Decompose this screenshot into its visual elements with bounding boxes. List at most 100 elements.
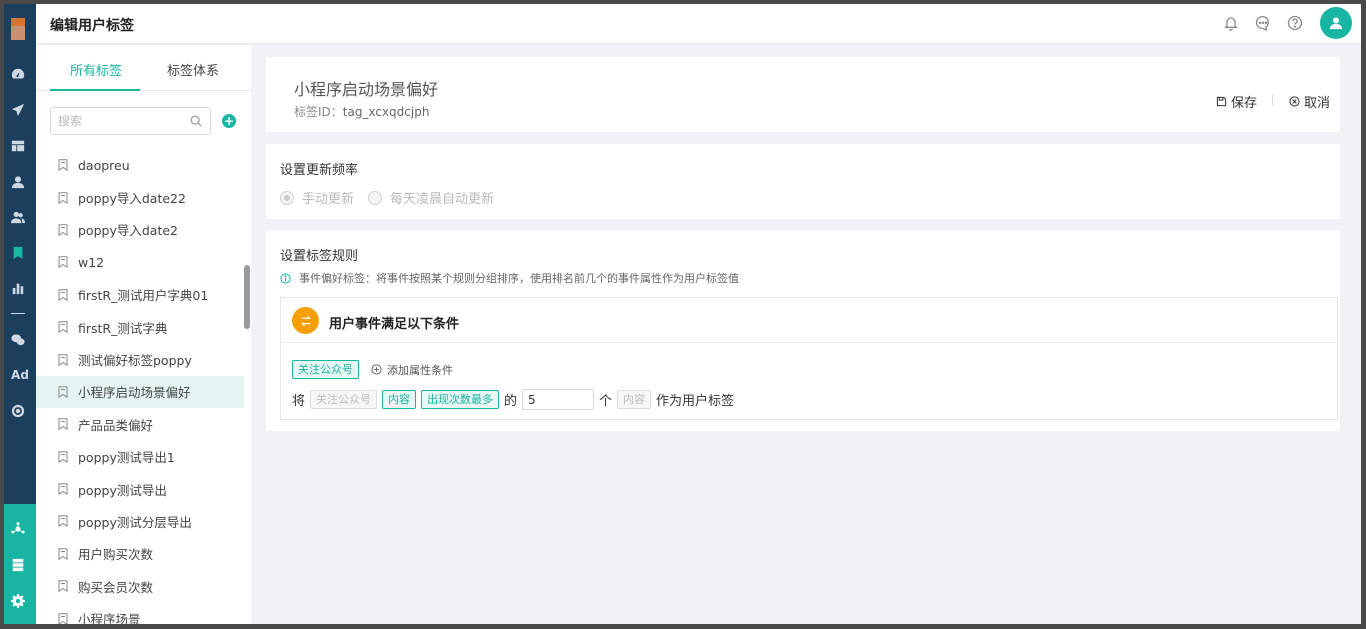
bookmark-icon: [58, 612, 68, 624]
tag-list-item-label: poppy测试分层导出: [78, 514, 192, 530]
tag-list-item-label: 测试偏好标签poppy: [78, 353, 192, 369]
rail-bottom-section: [4, 504, 36, 624]
rail-divider: [11, 313, 25, 314]
tag-list-item-label: firstR_测试字典: [78, 320, 168, 336]
tag-list-item-label: daopreu: [78, 157, 130, 173]
search-icon[interactable]: [189, 114, 203, 128]
count-input[interactable]: [522, 389, 595, 410]
tab-all-tags[interactable]: 所有标签: [70, 60, 122, 79]
event-condition-row: 关注公众号 添加属性条件: [292, 360, 453, 379]
search-input[interactable]: [51, 108, 181, 134]
tag-rules-card: 设置标签规则 事件偏好标签：将事件按照某个规则分组排序，使用排名前几个的事件属性…: [266, 230, 1340, 431]
tag-list-item-label: 小程序场景: [78, 612, 141, 624]
tag-list-scrollbar[interactable]: [244, 265, 250, 329]
tag-list-item[interactable]: daopreu: [36, 149, 244, 181]
tag-list-item-label: poppy导入date2: [78, 223, 178, 239]
tag-id-value: tag_xcxqdcjph: [342, 105, 430, 119]
daily-update-radio[interactable]: [368, 190, 383, 205]
save-icon: [1216, 96, 1227, 107]
bar-chart-icon[interactable]: [10, 280, 26, 296]
tag-bookmark-icon[interactable]: [10, 245, 26, 261]
bookmark-icon: [58, 483, 68, 496]
manual-update-radio[interactable]: [280, 190, 294, 205]
dashboard-icon[interactable]: [10, 66, 26, 82]
tag-name: 小程序启动场景偏好: [294, 80, 439, 99]
tag-list-item-label: 用户购买次数: [78, 547, 154, 563]
tag-list-item[interactable]: w12: [36, 246, 244, 278]
rules-title: 设置标签规则: [280, 249, 359, 264]
tag-list-item[interactable]: poppy测试分层导出: [36, 505, 244, 537]
tag-list-item[interactable]: poppy导入date22: [36, 181, 244, 213]
cancel-button[interactable]: 取消: [1289, 92, 1330, 111]
users-icon[interactable]: [10, 209, 26, 225]
bookmark-icon: [58, 386, 68, 399]
condition-badge: [292, 307, 319, 334]
chat-icon[interactable]: [1255, 15, 1271, 32]
tag-list-item-label: 购买会员次数: [78, 579, 154, 595]
bookmark-icon: [58, 515, 68, 528]
tag-list-item-label: poppy测试导出: [78, 482, 167, 498]
sentence-suffix: 作为用户标签: [656, 394, 735, 409]
ad-icon[interactable]: Ad: [8, 368, 32, 382]
sentence-prefix: 将: [292, 394, 306, 409]
tag-list-item-label: 产品品类偏好: [78, 417, 154, 433]
user-avatar[interactable]: [1320, 7, 1352, 39]
tag-list-item[interactable]: 小程序场景: [36, 602, 244, 624]
tag-list-item[interactable]: 测试偏好标签poppy: [36, 343, 244, 375]
sentence-event-select[interactable]: 关注公众号: [310, 390, 378, 409]
tag-list-item-label: 小程序启动场景偏好: [78, 385, 191, 401]
gear-icon[interactable]: [10, 593, 26, 609]
tag-list-item[interactable]: firstR_测试字典: [36, 311, 244, 343]
tag-tabs: 所有标签 标签体系: [36, 45, 251, 91]
bookmark-icon: [58, 321, 68, 334]
tab-tag-system[interactable]: 标签体系: [167, 60, 219, 79]
tag-id-label: 标签ID：: [294, 105, 343, 119]
tag-list-item[interactable]: 小程序启动场景偏好: [36, 375, 244, 409]
tag-list-item[interactable]: 购买会员次数: [36, 570, 244, 602]
bookmark-icon: [58, 224, 68, 237]
sentence-attribute-select[interactable]: 内容: [382, 390, 417, 409]
tag-list-item[interactable]: 产品品类偏好: [36, 408, 244, 440]
send-icon[interactable]: [10, 102, 26, 118]
server-icon[interactable]: [10, 557, 26, 573]
layout-icon[interactable]: [10, 138, 26, 154]
nav-rail: Ad: [4, 4, 36, 624]
help-icon[interactable]: [1287, 15, 1303, 31]
update-frequency-card: 设置更新频率 手动更新 每天凌晨自动更新: [266, 144, 1340, 219]
condition-title: 用户事件满足以下条件: [329, 317, 460, 332]
tag-id: 标签ID：tag_xcxqdcjph: [294, 103, 429, 120]
sentence-value-select[interactable]: 内容: [617, 390, 652, 409]
info-icon: [280, 272, 291, 284]
tag-list-item[interactable]: poppy导入date2: [36, 214, 244, 246]
sentence-order-select[interactable]: 出现次数最多: [421, 390, 500, 409]
manual-update-label: 手动更新: [302, 192, 355, 207]
swap-icon: [300, 315, 311, 326]
target-icon[interactable]: [10, 403, 26, 419]
network-icon[interactable]: [10, 521, 26, 537]
add-circle-icon: [371, 364, 382, 375]
daily-update-label: 每天凌晨自动更新: [390, 192, 495, 207]
tag-list-item-label: poppy导入date22: [78, 191, 186, 207]
tag-list-item-label: firstR_测试用户字典01: [78, 288, 209, 304]
bookmark-icon: [58, 289, 68, 301]
event-chip[interactable]: 关注公众号: [292, 360, 359, 379]
condition-header: 用户事件满足以下条件: [281, 298, 1337, 343]
wechat-icon[interactable]: [10, 332, 26, 348]
tag-header-card: 小程序启动场景偏好 标签ID：tag_xcxqdcjph 保存 取消: [266, 57, 1340, 132]
user-icon[interactable]: [10, 174, 26, 190]
app-frame: Ad 编辑用户标签 所有标签 标签体系 + daopreu poppy导入date…: [4, 4, 1361, 624]
top-bar: 编辑用户标签: [36, 4, 1361, 44]
bookmark-icon: [58, 580, 68, 593]
tag-list-item[interactable]: firstR_测试用户字典01: [36, 279, 244, 311]
avatar-user-icon: [1329, 17, 1343, 30]
add-attribute-condition-button[interactable]: 添加属性条件: [371, 362, 453, 378]
bookmark-icon: [58, 451, 68, 463]
tag-list-item[interactable]: 用户购买次数: [36, 538, 244, 570]
bell-icon[interactable]: [1223, 15, 1239, 31]
save-button[interactable]: 保存: [1216, 92, 1257, 111]
bookmark-icon: [58, 191, 68, 204]
add-tag-button[interactable]: +: [222, 114, 236, 128]
tag-list-item[interactable]: poppy测试导出1: [36, 441, 244, 473]
tag-list-item[interactable]: poppy测试导出: [36, 473, 244, 505]
bookmark-icon: [58, 548, 68, 561]
